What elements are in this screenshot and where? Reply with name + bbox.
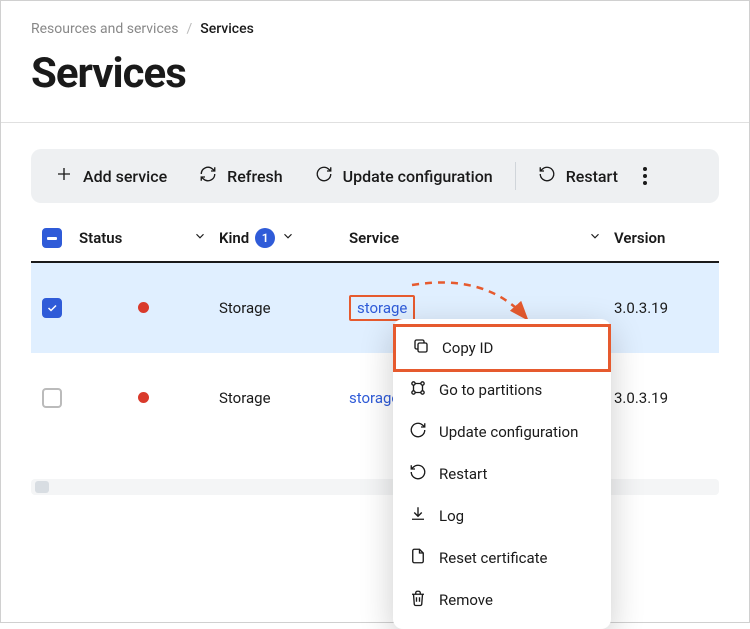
document-icon [409,547,427,569]
context-menu: Copy ID Go to partitions Update configur… [393,319,611,629]
column-status-label: Status [79,229,122,247]
menu-go-partitions[interactable]: Go to partitions [393,369,611,411]
menu-log-label: Log [439,507,464,525]
breadcrumb: Resources and services / Services [31,21,719,37]
select-all-checkbox[interactable] [42,228,62,248]
breadcrumb-separator: / [186,21,192,37]
add-service-button[interactable]: Add service [41,157,181,195]
menu-reset-cert[interactable]: Reset certificate [393,537,611,579]
refresh-icon [199,165,217,187]
download-icon [409,505,427,527]
cell-version: 3.0.3.19 [608,389,719,407]
refresh-button[interactable]: Refresh [185,157,297,195]
column-service-label: Service [349,229,399,247]
menu-copy-id[interactable]: Copy ID [393,324,611,372]
plus-icon [55,165,73,187]
update-icon [315,165,333,187]
more-actions-button[interactable] [636,159,654,193]
breadcrumb-root[interactable]: Resources and services [31,21,178,37]
page-title: Services [31,49,719,98]
menu-go-partitions-label: Go to partitions [439,381,542,399]
toolbar: Add service Refresh Update configuration… [31,149,719,203]
column-kind[interactable]: Kind 1 [213,228,343,248]
partitions-icon [409,379,427,401]
row-checkbox[interactable] [42,298,62,318]
status-indicator-icon [138,302,149,313]
table-row[interactable]: Storage storage 3.0.3.19 [31,263,719,353]
column-version[interactable]: Version [608,229,719,247]
menu-reset-cert-label: Reset certificate [439,549,548,567]
table-header: Status Kind 1 Service Version [31,215,719,263]
column-kind-label: Kind [219,229,249,247]
copy-icon [412,337,430,359]
cell-kind: Storage [213,389,343,407]
menu-update-config-label: Update configuration [439,423,578,441]
menu-restart-label: Restart [439,465,487,483]
restart-button[interactable]: Restart [524,157,632,195]
chevron-down-icon [281,229,295,247]
row-checkbox[interactable] [42,388,62,408]
breadcrumb-current: Services [200,21,254,37]
menu-restart[interactable]: Restart [393,453,611,495]
table-row[interactable]: Storage storage 3.0.3.19 [31,353,719,443]
add-service-label: Add service [83,167,167,186]
menu-update-config[interactable]: Update configuration [393,411,611,453]
toolbar-divider [515,162,516,190]
cell-kind: Storage [213,299,343,317]
refresh-label: Refresh [227,167,283,186]
update-config-button[interactable]: Update configuration [301,157,507,195]
column-status[interactable]: Status [73,229,213,247]
update-icon [409,421,427,443]
restart-icon [409,463,427,485]
trash-icon [409,589,427,611]
restart-icon [538,165,556,187]
chevron-down-icon [193,229,207,247]
status-indicator-icon [138,392,149,403]
chevron-down-icon [588,229,602,247]
menu-copy-id-label: Copy ID [442,339,493,357]
menu-remove[interactable]: Remove [393,579,611,621]
column-version-label: Version [614,229,665,247]
column-service[interactable]: Service [343,229,608,247]
kind-filter-badge: 1 [255,228,275,248]
service-link[interactable]: storage [349,389,399,407]
cell-version: 3.0.3.19 [608,299,719,317]
restart-label: Restart [566,167,618,186]
menu-log[interactable]: Log [393,495,611,537]
update-config-label: Update configuration [343,167,493,186]
menu-remove-label: Remove [439,591,493,609]
service-link[interactable]: storage [349,295,415,321]
horizontal-scrollbar[interactable] [31,479,719,495]
